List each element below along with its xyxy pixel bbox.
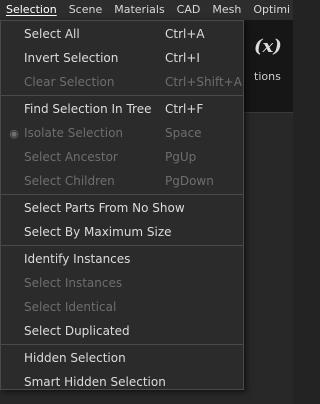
toolbar-partial-label: tions <box>254 70 281 83</box>
menu-item-select-duplicated[interactable]: Select Duplicated <box>1 319 243 343</box>
menu-item-label: Select All <box>24 27 80 41</box>
app-window: Selection Scene Materials CAD Mesh Optim… <box>0 0 293 404</box>
menu-item-label: Identify Instances <box>24 252 131 266</box>
workspace-divider <box>244 112 293 113</box>
menu-item-shortcut: Ctrl+A <box>165 27 205 41</box>
menu-item-label: Hidden Selection <box>24 351 126 365</box>
menu-item-shortcut: Ctrl+F <box>165 102 204 116</box>
menu-item-shortcut: PgDown <box>165 174 214 188</box>
menu-item-label: Isolate Selection <box>24 126 124 140</box>
menu-item-label: Select Ancestor <box>24 150 118 164</box>
menu-item-label: Clear Selection <box>24 75 115 89</box>
menu-item-label: Invert Selection <box>24 51 119 65</box>
menu-separator <box>1 194 243 195</box>
menu-item-label: Select Parts From No Show <box>24 201 185 215</box>
menu-item-select-identical: Select Identical <box>1 295 243 319</box>
menu-item-clear-selection: Clear Selection Ctrl+Shift+A <box>1 70 243 94</box>
menu-item-shortcut: Space <box>165 126 202 140</box>
menu-item-smart-hidden-selection[interactable]: Smart Hidden Selection <box>1 370 243 394</box>
selection-dropdown-menu: Select All Ctrl+A Invert Selection Ctrl+I Cl… <box>0 20 244 390</box>
menu-optimize[interactable]: Optimi <box>247 0 293 20</box>
menu-item-label: Select Identical <box>24 300 117 314</box>
menu-item-shortcut: Ctrl+I <box>165 51 200 65</box>
menu-separator <box>1 344 243 345</box>
menu-item-hidden-selection[interactable]: Hidden Selection <box>1 346 243 370</box>
menu-item-label: Select By Maximum Size <box>24 225 172 239</box>
menu-item-label: Smart Hidden Selection <box>24 375 166 389</box>
menu-item-shortcut: Ctrl+Shift+A <box>165 75 242 89</box>
menu-scene[interactable]: Scene <box>63 0 109 20</box>
menu-item-find-selection-in-tree[interactable]: Find Selection In Tree Ctrl+F <box>1 97 243 121</box>
eye-icon: ◉ <box>9 126 19 140</box>
menu-item-label: Select Instances <box>24 276 123 290</box>
menu-materials[interactable]: Materials <box>108 0 170 20</box>
menu-item-label: Select Duplicated <box>24 324 130 338</box>
menu-separator <box>1 245 243 246</box>
menu-item-shortcut: PgUp <box>165 150 197 164</box>
menu-separator <box>1 95 243 96</box>
menu-item-invert-selection[interactable]: Invert Selection Ctrl+I <box>1 46 243 70</box>
function-icon[interactable]: (x) <box>254 36 282 57</box>
menu-item-isolate-selection: ◉ Isolate Selection Space <box>1 121 243 145</box>
menu-item-select-by-maximum-size[interactable]: Select By Maximum Size <box>1 220 243 244</box>
menu-item-select-instances: Select Instances <box>1 271 243 295</box>
menu-item-select-children: Select Children PgDown <box>1 169 243 193</box>
menu-item-select-parts-from-no-show[interactable]: Select Parts From No Show <box>1 196 243 220</box>
menu-cad[interactable]: CAD <box>171 0 207 20</box>
menu-item-select-all[interactable]: Select All Ctrl+A <box>1 22 243 46</box>
menu-item-label: Select Children <box>24 174 115 188</box>
menu-bar: Selection Scene Materials CAD Mesh Optim… <box>0 0 293 20</box>
menu-item-label: Find Selection In Tree <box>24 102 152 116</box>
menu-item-select-ancestor: Select Ancestor PgUp <box>1 145 243 169</box>
menu-selection[interactable]: Selection <box>0 0 63 20</box>
menu-item-identify-instances[interactable]: Identify Instances <box>1 247 243 271</box>
menu-mesh[interactable]: Mesh <box>206 0 247 20</box>
